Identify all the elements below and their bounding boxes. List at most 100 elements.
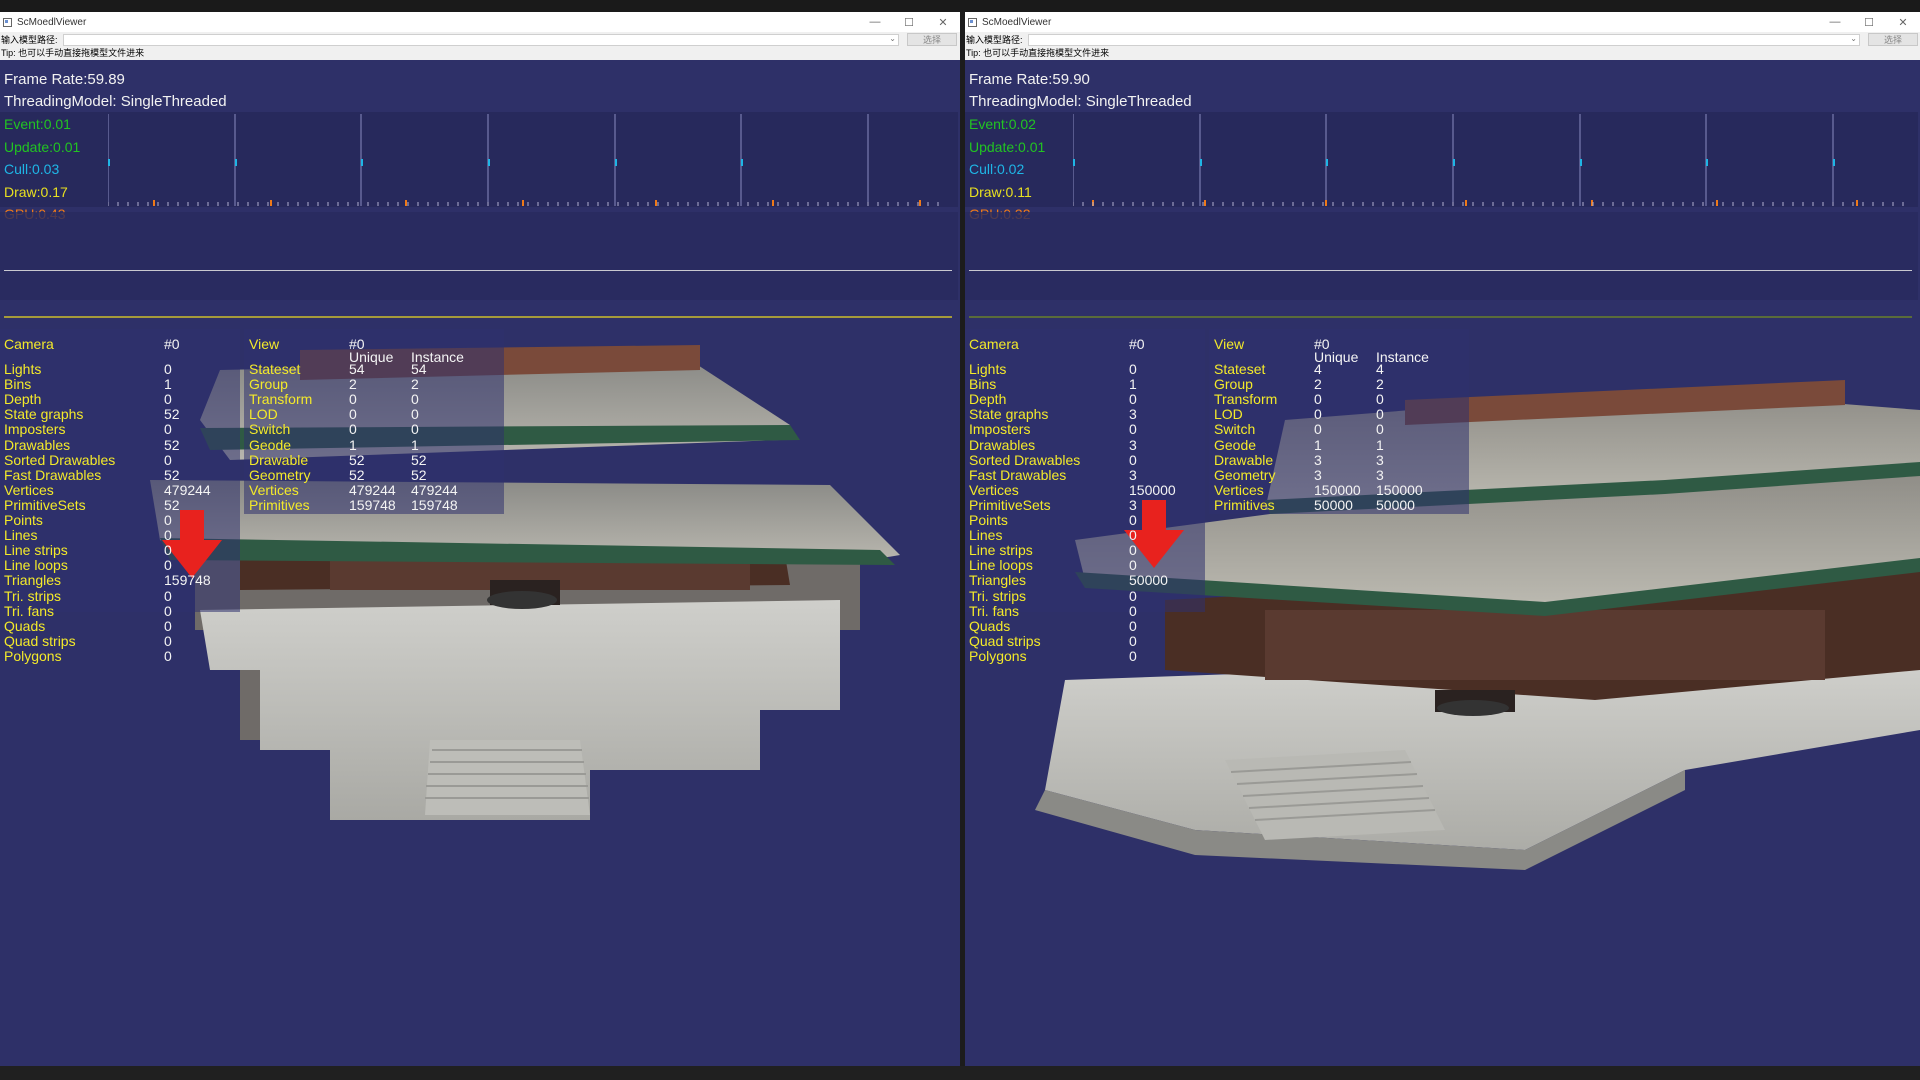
- camera-header-value: #0: [1129, 336, 1145, 352]
- frame-rate: Frame Rate:59.89: [4, 71, 125, 88]
- view-header-label: View: [1214, 336, 1245, 352]
- frame-timing-graph: [108, 114, 939, 206]
- update-time: Update:0.01: [4, 139, 81, 155]
- camera-stat-value: 479244: [164, 481, 211, 498]
- camera-stat-label: Lights: [969, 361, 1007, 377]
- camera-stat-value: 0: [164, 451, 172, 468]
- camera-stat-value: 1: [164, 376, 172, 393]
- camera-stat-value: 0: [164, 617, 172, 634]
- camera-stat-label: Sorted Drawables: [4, 451, 116, 468]
- view-stat-unique: 159748: [349, 496, 396, 513]
- 3d-viewport[interactable]: Frame Rate:59.89 ThreadingModel: SingleT…: [0, 60, 960, 1066]
- camera-stat-label: Points: [969, 512, 1008, 528]
- select-button[interactable]: 选择: [1868, 33, 1918, 46]
- view-stat-unique: 150000: [1314, 481, 1361, 498]
- view-stat-unique: 52: [349, 451, 365, 468]
- event-time: Event:0.02: [969, 116, 1036, 132]
- view-stat-unique: 0: [349, 406, 357, 423]
- view-stat-instance: 0: [411, 421, 419, 438]
- camera-stat-label: Line strips: [4, 542, 68, 559]
- maximize-icon[interactable]: ☐: [1852, 12, 1886, 32]
- camera-stat-value: 0: [1129, 602, 1137, 619]
- model-path-combobox[interactable]: ⌄: [63, 33, 899, 46]
- view-stat-instance: 3: [1376, 466, 1384, 483]
- minimize-icon[interactable]: —: [858, 12, 892, 32]
- view-stat-unique: 3: [1314, 466, 1322, 483]
- 3d-viewport[interactable]: Frame Rate:59.90 ThreadingModel: SingleT…: [965, 60, 1920, 1066]
- view-stat-unique: 0: [1314, 406, 1322, 423]
- title-bar[interactable]: ScMoedlViewer — ☐ ✕: [965, 12, 1920, 32]
- viewer-window-left: ScMoedlViewer — ☐ ✕ 输入模型路径: ⌄ 选择 Tip: 也可…: [0, 12, 960, 1066]
- camera-stat-label: Depth: [4, 391, 42, 408]
- view-stat-label: Geometry: [1214, 466, 1276, 483]
- view-stat-instance: 0: [411, 406, 419, 423]
- view-stat-unique: 2: [349, 376, 357, 393]
- camera-header-label: Camera: [969, 336, 1019, 352]
- camera-stat-label: Fast Drawables: [4, 466, 102, 483]
- minimize-icon[interactable]: —: [1818, 12, 1852, 32]
- camera-stat-value: 0: [164, 512, 172, 528]
- model-path-combobox[interactable]: ⌄: [1028, 33, 1860, 46]
- frame-rate: Frame Rate:59.90: [969, 71, 1090, 88]
- camera-stat-value: 0: [164, 421, 172, 438]
- camera-stat-label: Tri. fans: [4, 602, 55, 619]
- camera-stat-label: Vertices: [4, 481, 54, 498]
- view-stat-unique: 3: [1314, 451, 1322, 468]
- view-stat-label: Drawable: [249, 451, 309, 468]
- camera-stat-value: 0: [1129, 632, 1137, 649]
- camera-stat-value: 0: [1129, 587, 1137, 604]
- select-button[interactable]: 选择: [907, 33, 957, 46]
- camera-stat-label: Bins: [4, 376, 32, 393]
- view-stat-instance: 150000: [1376, 481, 1423, 498]
- camera-stat-label: Triangles: [4, 572, 62, 589]
- camera-stat-label: PrimitiveSets: [969, 496, 1051, 513]
- view-stat-unique: 0: [349, 421, 357, 438]
- camera-stat-label: Quad strips: [4, 632, 76, 649]
- camera-stat-label: Line loops: [969, 557, 1033, 574]
- camera-stat-value: 0: [164, 632, 172, 649]
- chevron-down-icon[interactable]: ⌄: [1850, 34, 1857, 43]
- view-stat-instance: 52: [411, 451, 427, 468]
- timing-stats-panel: Event:0.01 Update:0.01 Cull:0.03 Draw:0.…: [0, 112, 958, 222]
- camera-stat-value: 0: [164, 587, 172, 604]
- close-icon[interactable]: ✕: [926, 12, 960, 32]
- camera-stat-label: Tri. strips: [969, 587, 1027, 604]
- camera-stat-label: Imposters: [969, 421, 1031, 438]
- tip-text: Tip: 也可以手动直接拖模型文件进来: [965, 47, 1920, 60]
- camera-stat-value: 0: [1129, 391, 1137, 408]
- view-stat-instance: 3: [1376, 451, 1384, 468]
- camera-stat-value: 0: [1129, 647, 1137, 664]
- camera-stat-value: 0: [164, 391, 172, 408]
- view-stat-label: Group: [1214, 376, 1253, 393]
- close-icon[interactable]: ✕: [1886, 12, 1920, 32]
- view-stat-instance: 2: [411, 376, 419, 393]
- viewer-window-right: ScMoedlViewer — ☐ ✕ 输入模型路径: ⌄ 选择 Tip: 也可…: [965, 12, 1920, 1066]
- camera-stat-label: Points: [4, 512, 43, 528]
- view-stat-instance: 0: [1376, 391, 1384, 408]
- camera-stat-value: 50000: [1129, 572, 1168, 589]
- update-time: Update:0.01: [969, 139, 1046, 155]
- camera-stat-label: Sorted Drawables: [969, 451, 1081, 468]
- view-stat-label: LOD: [249, 406, 278, 423]
- threading-model: ThreadingModel: SingleThreaded: [969, 93, 1192, 110]
- camera-stat-value: 3: [1129, 466, 1137, 483]
- title-bar[interactable]: ScMoedlViewer — ☐ ✕: [0, 12, 960, 32]
- camera-stat-value: 150000: [1129, 481, 1176, 498]
- view-stat-label: Geometry: [249, 466, 311, 483]
- view-stat-instance: 0: [411, 391, 419, 408]
- view-stat-instance: 1: [411, 436, 419, 453]
- app-icon: [3, 17, 12, 27]
- maximize-icon[interactable]: ☐: [892, 12, 926, 32]
- view-stat-unique: 1: [1314, 436, 1322, 453]
- chevron-down-icon[interactable]: ⌄: [889, 34, 896, 43]
- camera-stat-value: 0: [164, 647, 172, 664]
- view-stat-unique: 0: [349, 391, 357, 408]
- camera-stat-label: PrimitiveSets: [4, 496, 86, 513]
- camera-stat-label: Lights: [4, 361, 42, 377]
- view-stat-instance: 52: [411, 466, 427, 483]
- camera-stat-value: 0: [164, 602, 172, 619]
- performance-graph-panel: [965, 212, 1918, 318]
- camera-stat-label: Line strips: [969, 542, 1033, 559]
- draw-time: Draw:0.17: [4, 184, 68, 200]
- view-stat-unique: 4: [1314, 361, 1322, 377]
